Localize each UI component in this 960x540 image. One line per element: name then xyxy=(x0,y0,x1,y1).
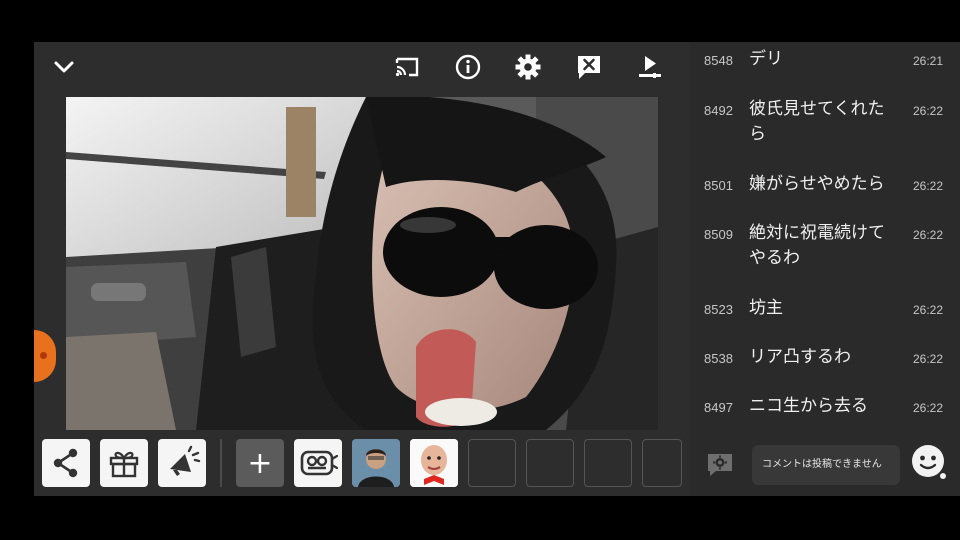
comment-time: 26:21 xyxy=(913,54,944,68)
comment-text: 坊主 xyxy=(749,298,783,318)
comment-time: 26:22 xyxy=(913,104,944,118)
comment-list[interactable]: 8548 デリ 26:21 8492 彼氏見せてくれたら 26:22 8501 … xyxy=(690,42,960,432)
live-player-app: + 8548 デリ 26:21 8492 彼氏見せてくれたら 26:22 850… xyxy=(34,42,960,496)
empty-slot[interactable] xyxy=(584,439,632,487)
info-icon[interactable] xyxy=(452,51,484,83)
share-icon[interactable] xyxy=(42,439,90,487)
toolbar-divider xyxy=(220,439,222,487)
empty-slot[interactable] xyxy=(526,439,574,487)
chevron-down-icon[interactable] xyxy=(48,51,80,83)
cast-icon[interactable] xyxy=(391,51,423,83)
comment-text: デリ xyxy=(749,49,783,69)
megaphone-icon[interactable] xyxy=(158,439,206,487)
comment-compose: コメントは投稿できません xyxy=(690,436,960,496)
comment-text: 嫌がらせやめたら xyxy=(749,174,885,194)
nicoad-icon[interactable] xyxy=(294,439,342,487)
avatar-2[interactable] xyxy=(410,439,458,487)
comment-time: 26:22 xyxy=(913,401,944,415)
side-drawer-handle[interactable] xyxy=(34,330,56,382)
comment-settings-icon[interactable] xyxy=(706,451,734,479)
comment-number: 8548 xyxy=(704,53,733,68)
comment-text: 彼氏見せてくれたら xyxy=(749,99,885,144)
play-skip-icon[interactable] xyxy=(634,51,666,83)
comment-text: リア凸するわ xyxy=(749,347,851,367)
comment-number: 8492 xyxy=(704,103,733,118)
avatar-1[interactable] xyxy=(352,439,400,487)
comment-time: 26:22 xyxy=(913,352,944,366)
empty-slot[interactable] xyxy=(468,439,516,487)
gift-icon[interactable] xyxy=(100,439,148,487)
comment-number: 8501 xyxy=(704,178,733,193)
emoji-face-icon[interactable] xyxy=(910,443,950,483)
comment-time: 26:22 xyxy=(913,228,944,242)
comment-time: 26:22 xyxy=(913,179,944,193)
player-toolbar xyxy=(34,42,690,92)
comment-number: 8538 xyxy=(704,351,733,366)
bottom-action-bar: + xyxy=(34,436,690,496)
comment-time: 26:22 xyxy=(913,303,944,317)
player-panel: + xyxy=(34,42,690,496)
comment-text: ニコ生から去る xyxy=(749,396,868,416)
comment-number: 8523 xyxy=(704,302,733,317)
gear-icon[interactable] xyxy=(512,51,544,83)
comment-text: 絶対に祝電続けてやるわ xyxy=(749,223,885,268)
comment-input[interactable]: コメントは投稿できません xyxy=(752,445,900,485)
comment-number: 8497 xyxy=(704,400,733,415)
add-button[interactable]: + xyxy=(236,439,284,487)
comment-number: 8509 xyxy=(704,227,733,242)
video-stream[interactable] xyxy=(66,97,658,430)
handle-dot xyxy=(40,352,47,359)
close-comment-icon[interactable] xyxy=(573,51,605,83)
empty-slot[interactable] xyxy=(642,439,682,487)
